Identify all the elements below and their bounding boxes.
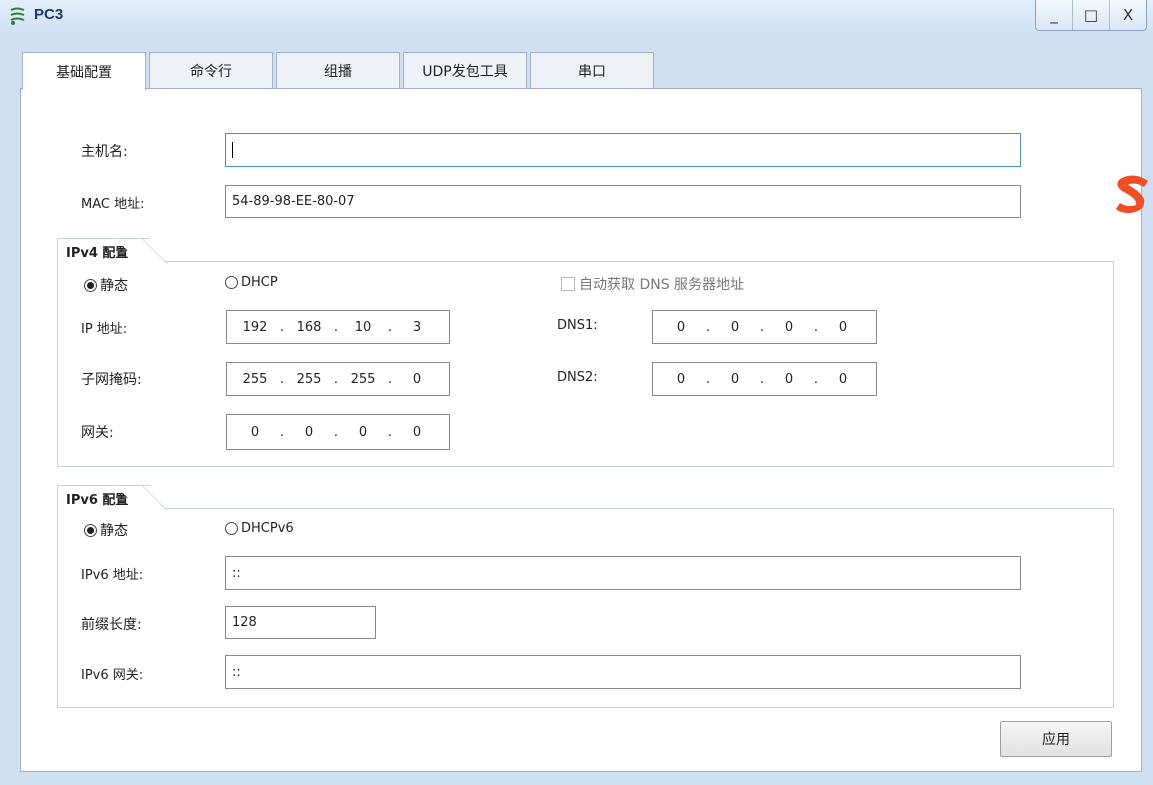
hostname-label: 主机名: — [81, 144, 128, 160]
auto-dns-checkbox[interactable]: 自动获取 DNS 服务器地址 — [561, 274, 744, 294]
ip-address-label: IP 地址: — [81, 322, 128, 337]
maximize-button[interactable]: □ — [1072, 0, 1109, 30]
prefix-length-label: 前缀长度: — [81, 617, 142, 633]
radio-unselected-icon — [225, 522, 238, 535]
dns1-octet-1: 0 — [676, 319, 686, 335]
tab-basic-config[interactable]: 基础配置 — [22, 52, 146, 90]
subnet-mask-label: 子网掩码: — [81, 372, 142, 388]
minimize-button[interactable]: _ — [1036, 0, 1072, 30]
dns1-octet-2: 0 — [730, 319, 740, 335]
window-controls: _ □ X — [1035, 0, 1147, 31]
ip-octet-4: 3 — [412, 319, 422, 335]
ipv6-gateway-input[interactable]: :: — [225, 655, 1021, 689]
gateway-octet-4: 0 — [412, 424, 422, 440]
subnet-mask-input[interactable]: 255. 255. 255. 0 — [226, 362, 450, 396]
ipv4-static-radio[interactable]: 静态 — [84, 275, 128, 295]
gateway-input[interactable]: 0. 0. 0. 0 — [226, 414, 450, 450]
tab-command-line[interactable]: 命令行 — [149, 52, 273, 89]
title-bar: PC3 _ □ X — [0, 0, 1153, 34]
dns2-octet-1: 0 — [676, 371, 686, 387]
dns1-label: DNS1: — [557, 318, 598, 333]
dns2-octet-3: 0 — [784, 371, 794, 387]
tab-udp-tool[interactable]: UDP发包工具 — [403, 52, 527, 89]
radio-selected-icon — [84, 278, 97, 292]
ipv4-dhcp-label: DHCP — [241, 275, 278, 290]
auto-dns-label: 自动获取 DNS 服务器地址 — [579, 277, 745, 293]
gateway-octet-1: 0 — [250, 424, 260, 440]
hostname-input[interactable] — [225, 133, 1021, 167]
ipv6-address-label: IPv6 地址: — [81, 568, 144, 583]
mac-label: MAC 地址: — [81, 197, 145, 212]
gateway-octet-3: 0 — [358, 424, 368, 440]
tab-bar: 基础配置 命令行 组播 UDP发包工具 串口 — [22, 52, 657, 90]
dns2-input[interactable]: 0. 0. 0. 0 — [652, 362, 877, 396]
dns1-input[interactable]: 0. 0. 0. 0 — [652, 310, 877, 344]
ipv6-address-input[interactable]: :: — [225, 556, 1021, 590]
apply-button[interactable]: 应用 — [1000, 721, 1112, 757]
radio-selected-icon — [84, 523, 97, 537]
ip-address-input[interactable]: 192. 168. 10. 3 — [226, 310, 450, 344]
ipv6-dhcp-label: DHCPv6 — [241, 521, 294, 536]
dns2-octet-2: 0 — [730, 371, 740, 387]
network-pc-icon — [10, 7, 25, 25]
tab-serial[interactable]: 串口 — [530, 52, 654, 89]
prefix-length-input[interactable]: 128 — [225, 606, 376, 639]
checkbox-icon — [561, 277, 575, 291]
dns2-octet-4: 0 — [838, 371, 848, 387]
mac-address-field[interactable]: 54-89-98-EE-80-07 — [225, 185, 1021, 218]
ipv6-dhcp-radio[interactable]: DHCPv6 — [225, 521, 294, 536]
ipv4-static-label: 静态 — [100, 278, 128, 294]
mask-octet-1: 255 — [242, 371, 268, 387]
ip-octet-1: 192 — [242, 319, 268, 335]
tab-multicast[interactable]: 组播 — [276, 52, 400, 89]
ipv6-static-radio[interactable]: 静态 — [84, 520, 128, 540]
dns1-octet-4: 0 — [838, 319, 848, 335]
ipv4-dhcp-radio[interactable]: DHCP — [225, 275, 278, 290]
sogou-ime-icon[interactable] — [1114, 173, 1153, 215]
gateway-octet-2: 0 — [304, 424, 314, 440]
ipv6-group-title: IPv6 配置 — [57, 485, 150, 510]
ipv6-static-label: 静态 — [100, 523, 128, 539]
dns1-octet-3: 0 — [784, 319, 794, 335]
ipv6-gateway-label: IPv6 网关: — [81, 668, 144, 683]
mask-octet-4: 0 — [412, 371, 422, 387]
mask-octet-2: 255 — [296, 371, 322, 387]
mask-octet-3: 255 — [350, 371, 376, 387]
ip-octet-2: 168 — [296, 319, 322, 335]
ipv4-group-title: IPv4 配置 — [57, 238, 150, 263]
dns2-label: DNS2: — [557, 370, 598, 385]
text-caret — [232, 142, 233, 158]
close-button[interactable]: X — [1109, 0, 1146, 30]
window-title: PC3 — [34, 6, 64, 23]
ip-octet-3: 10 — [354, 319, 372, 335]
radio-unselected-icon — [225, 276, 238, 289]
gateway-label: 网关: — [81, 425, 114, 441]
